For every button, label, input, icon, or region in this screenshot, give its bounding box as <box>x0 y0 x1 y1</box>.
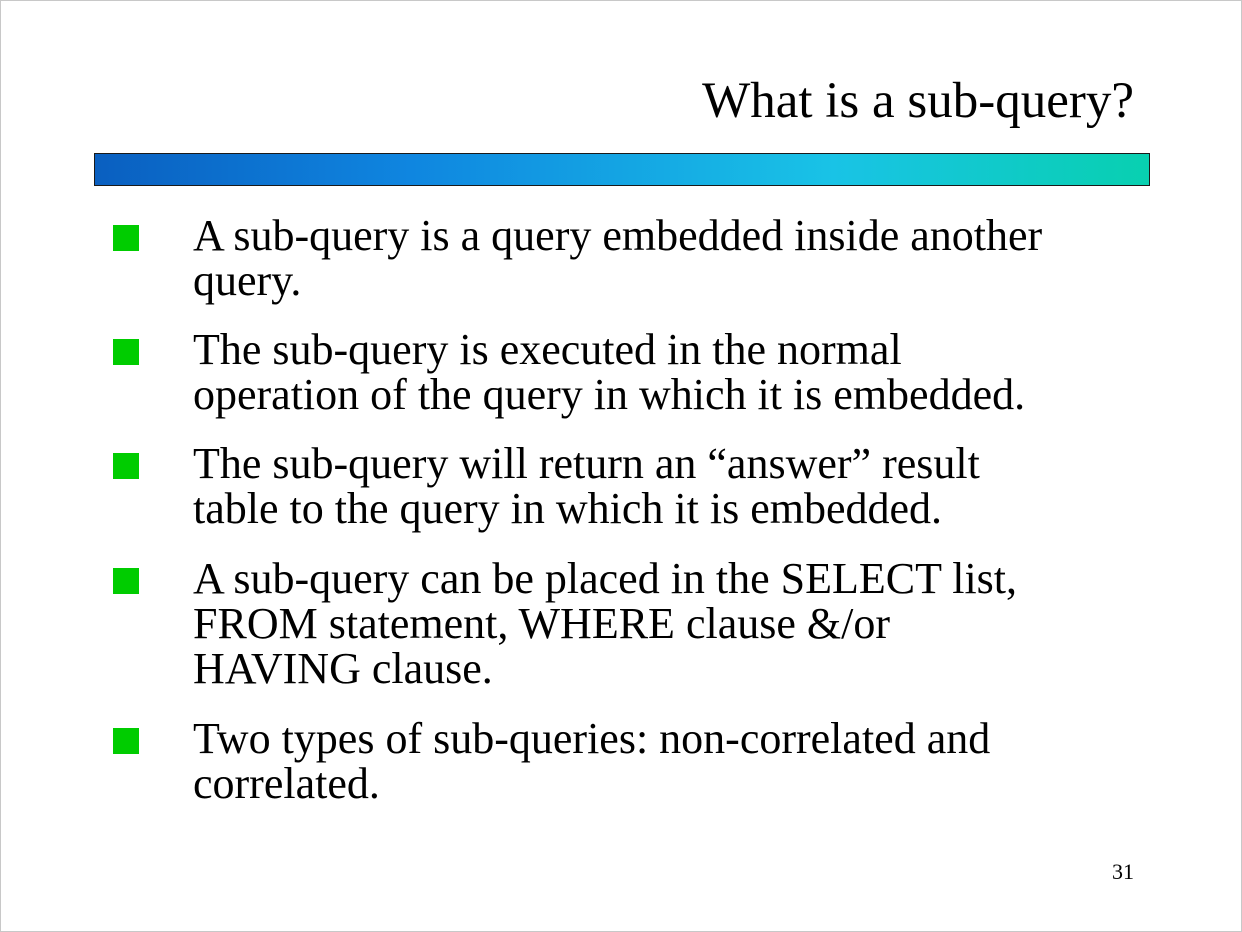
square-bullet-icon <box>113 728 139 754</box>
bullet-text: The sub-query will return an “answer” re… <box>193 439 980 533</box>
bullet-text: The sub-query is executed in the normal … <box>193 325 1026 419</box>
bullet-text: Two types of sub-queries: non-correlated… <box>193 714 991 808</box>
bullet-text: A sub-query is a query embedded inside a… <box>193 211 1043 305</box>
square-bullet-icon <box>113 453 139 479</box>
page-number: 31 <box>1112 859 1134 884</box>
slide: What is a sub-query? A sub-query is a qu… <box>0 0 1242 932</box>
bullet-text: A sub-query can be placed in the SELECT … <box>193 554 1018 693</box>
square-bullet-icon <box>113 225 139 251</box>
bullet-list: A sub-query is a query embedded inside a… <box>1 1 1241 931</box>
square-bullet-icon <box>113 568 139 594</box>
square-bullet-icon <box>113 339 139 365</box>
